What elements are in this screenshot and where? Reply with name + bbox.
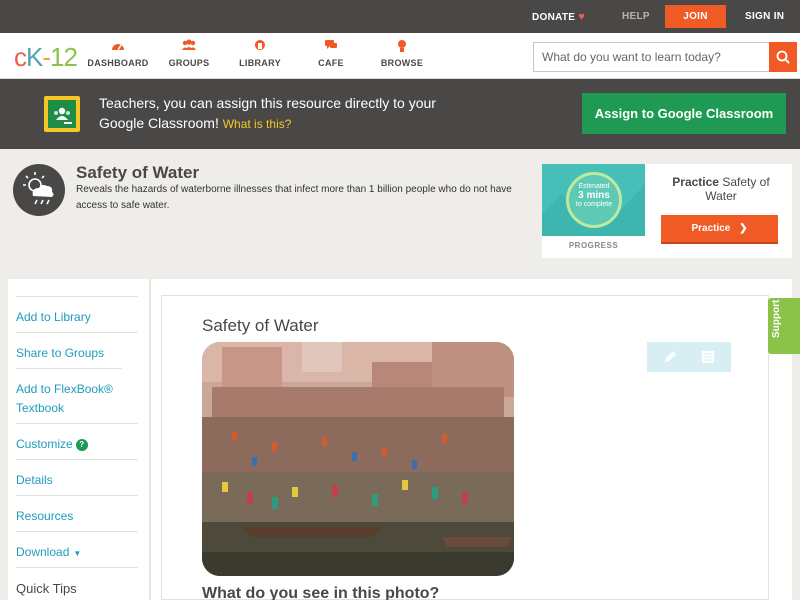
notes-icon[interactable] xyxy=(699,348,717,366)
browse-icon xyxy=(367,39,437,55)
search-field[interactable] xyxy=(533,42,770,72)
caret-down-icon: ▼ xyxy=(73,549,82,558)
to-complete-label: to complete xyxy=(575,201,613,208)
banner-message: Teachers, you can assign this resource d… xyxy=(99,93,459,134)
sidebar-item-download[interactable]: Download ▼ xyxy=(16,531,138,567)
search-icon xyxy=(776,50,790,64)
nav-browse[interactable]: BROWSE xyxy=(367,39,437,68)
sidebar-item-label: Details xyxy=(16,473,53,487)
help-icon[interactable]: ? xyxy=(75,439,88,451)
main-nav: cK-12 DASHBOARD GROUPS LIBRARY CAFE BROW… xyxy=(0,33,800,79)
practice-card: Estimated 3 mins to complete PROGRESS Pr… xyxy=(542,164,792,258)
what-is-this-link[interactable]: What is this? xyxy=(223,117,292,131)
groups-icon xyxy=(154,39,224,55)
practice-button[interactable]: Practice ❯ xyxy=(661,215,778,244)
nav-library-label: LIBRARY xyxy=(239,58,281,68)
donate-label: DONATE xyxy=(532,12,576,23)
sidebar-item-share-to-groups[interactable]: Share to Groups xyxy=(16,332,138,368)
cafe-icon xyxy=(296,39,366,55)
sidebar-item-label: Resources xyxy=(16,509,74,523)
estimated-label: Estimated xyxy=(578,183,610,190)
sign-in-link[interactable]: SIGN IN xyxy=(745,11,784,22)
main-content: Add to Library Share to Groups Add to Fl… xyxy=(8,279,792,600)
sidebar-item-customize[interactable]: Customize? xyxy=(16,423,138,459)
help-link[interactable]: HELP xyxy=(622,11,650,22)
donate-link[interactable]: DONATE ♥ xyxy=(532,11,585,23)
ck12-logo[interactable]: cK-12 xyxy=(14,42,78,73)
page-description: Reveals the hazards of waterborne illnes… xyxy=(76,184,512,211)
content-title: Safety of Water xyxy=(202,316,319,335)
page-title: Safety of Water xyxy=(76,163,200,182)
library-icon xyxy=(225,39,295,55)
practice-title: Practice Safety of Water xyxy=(660,175,782,203)
practice-thumbnail[interactable]: Estimated 3 mins to complete xyxy=(542,164,645,236)
sidebar: Add to Library Share to Groups Add to Fl… xyxy=(8,279,151,600)
estimate-text: Estimated 3 mins to complete xyxy=(566,182,622,209)
sidebar-item-label: Add to FlexBook® Textbook xyxy=(16,382,113,415)
pencil-icon[interactable] xyxy=(661,348,679,366)
nav-groups-label: GROUPS xyxy=(168,58,210,68)
sidebar-item-label: Add to Library xyxy=(16,310,91,324)
content-tools xyxy=(647,342,731,372)
practice-button-label: Practice xyxy=(691,223,731,234)
photo-question: What do you see in this photo? xyxy=(202,585,440,600)
support-label: Support xyxy=(771,299,782,338)
top-utility-bar: DONATE ♥ HELP JOIN SIGN IN xyxy=(0,0,800,33)
ganges-ghats-photo xyxy=(202,342,514,576)
sidebar-item-details[interactable]: Details xyxy=(16,459,138,495)
dashboard-icon xyxy=(83,39,153,55)
nav-dashboard[interactable]: DASHBOARD xyxy=(83,39,153,68)
assign-google-classroom-button[interactable]: Assign to Google Classroom xyxy=(582,93,786,134)
nav-dashboard-label: DASHBOARD xyxy=(87,58,149,68)
google-classroom-icon xyxy=(44,96,80,132)
sidebar-item-label: Quick Tips xyxy=(16,581,77,596)
heart-icon: ♥ xyxy=(578,11,586,23)
sidebar-item-add-to-flexbook[interactable]: Add to FlexBook® Textbook xyxy=(16,368,122,423)
content-card: Safety of Water What do you see in this … xyxy=(161,295,769,600)
practice-title-bold: Practice xyxy=(672,175,719,189)
nav-browse-label: BROWSE xyxy=(380,58,424,68)
sidebar-item-add-to-library[interactable]: Add to Library xyxy=(16,296,138,332)
sidebar-item-label: Download xyxy=(16,545,70,559)
sidebar-item-label: Share to Groups xyxy=(16,346,105,360)
join-button[interactable]: JOIN xyxy=(665,5,726,28)
weather-icon xyxy=(13,164,65,216)
sidebar-item-quick-tips[interactable]: Quick Tips xyxy=(16,567,138,600)
support-tab[interactable]: Support xyxy=(768,298,800,354)
sidebar-item-label: Customize xyxy=(16,437,73,451)
search-button[interactable] xyxy=(769,42,797,72)
sidebar-item-resources[interactable]: Resources xyxy=(16,495,138,531)
nav-cafe-label: CAFE xyxy=(318,58,344,68)
nav-library[interactable]: LIBRARY xyxy=(225,39,295,68)
search-input[interactable] xyxy=(534,43,769,71)
nav-groups[interactable]: GROUPS xyxy=(154,39,224,68)
chevron-right-icon: ❯ xyxy=(739,223,748,234)
google-classroom-banner: Teachers, you can assign this resource d… xyxy=(0,79,800,149)
progress-label: PROGRESS xyxy=(568,241,619,250)
nav-cafe[interactable]: CAFE xyxy=(296,39,366,68)
estimated-mins: 3 mins xyxy=(578,190,610,201)
